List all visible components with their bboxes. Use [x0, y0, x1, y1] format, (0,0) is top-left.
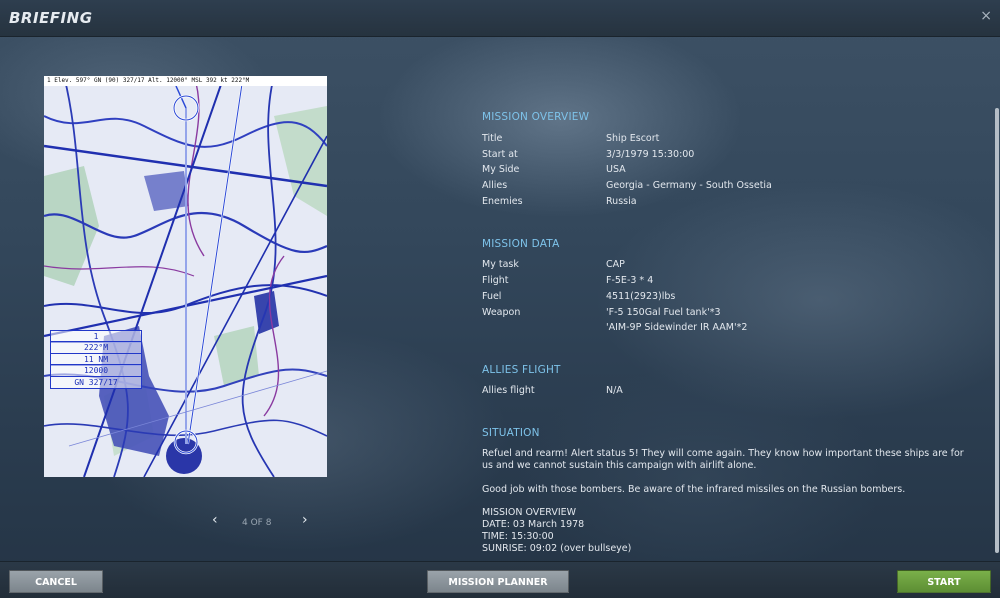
- situation-line: DATE: 03 March 1978: [482, 519, 585, 530]
- waypoint-gn: GN 327/17: [50, 375, 142, 389]
- situation-paragraph: Good job with those bombers. Be aware of…: [482, 484, 906, 495]
- map-pager: ‹ 4 OF 8 ›: [212, 512, 314, 530]
- waypoint-info-box: 1 222°M 11 NM 12000 GN 327/17: [50, 329, 142, 389]
- situation-line: SUNRISE: 09:02 (over bullseye): [482, 543, 632, 554]
- close-icon[interactable]: ×: [980, 8, 992, 24]
- section-title-allies: ALLIES FLIGHT: [482, 364, 561, 376]
- title-bar: BRIEFING ×: [0, 0, 1000, 37]
- situation-line: TIME: 15:30:00: [482, 531, 554, 542]
- prev-page-icon[interactable]: ‹: [212, 512, 218, 528]
- cancel-button[interactable]: CANCEL: [9, 570, 103, 593]
- content-scrollbar[interactable]: [995, 108, 999, 553]
- page-indicator: 4 OF 8: [242, 518, 272, 528]
- section-title-situation: SITUATION: [482, 427, 540, 439]
- briefing-map[interactable]: 1 Elev. 597° GN (90) 327/17 Alt. 12000° …: [44, 76, 327, 477]
- next-page-icon[interactable]: ›: [302, 512, 308, 528]
- map-image: [44, 76, 327, 477]
- section-title-data: MISSION DATA: [482, 238, 560, 250]
- situation-paragraph: Refuel and rearm! Alert status 5! They w…: [482, 448, 964, 471]
- situation-line: MISSION OVERVIEW: [482, 507, 577, 518]
- map-header-strip: 1 Elev. 597° GN (90) 327/17 Alt. 12000° …: [44, 76, 327, 86]
- start-button[interactable]: START: [897, 570, 991, 593]
- mission-planner-button[interactable]: MISSION PLANNER: [427, 570, 569, 593]
- section-title-overview: MISSION OVERVIEW: [482, 111, 590, 123]
- window-title: BRIEFING: [9, 9, 93, 27]
